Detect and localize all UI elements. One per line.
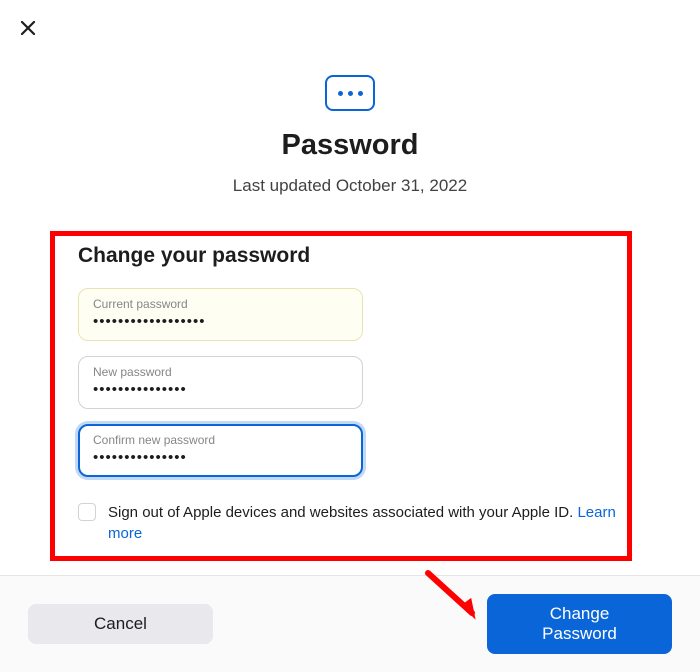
signout-text: Sign out of Apple devices and websites a… — [108, 502, 622, 544]
signout-option: Sign out of Apple devices and websites a… — [78, 492, 622, 544]
confirm-password-label: Confirm new password — [93, 433, 348, 447]
signout-checkbox[interactable] — [78, 503, 96, 521]
password-icon — [325, 75, 375, 111]
cancel-button[interactable]: Cancel — [28, 604, 213, 644]
header: Password Last updated October 31, 2022 — [0, 0, 700, 196]
change-password-form: Change your password Current password ••… — [0, 226, 700, 544]
confirm-password-field[interactable]: Confirm new password ••••••••••••••• — [78, 424, 363, 477]
footer: Cancel Change Password — [0, 575, 700, 672]
new-password-field[interactable]: New password ••••••••••••••• — [78, 356, 363, 409]
page-title: Password — [0, 129, 700, 162]
close-icon — [20, 20, 36, 36]
current-password-value: •••••••••••••••••• — [93, 313, 348, 330]
change-password-button[interactable]: Change Password — [487, 594, 672, 654]
last-updated-text: Last updated October 31, 2022 — [0, 176, 700, 196]
close-button[interactable] — [18, 18, 38, 38]
form-title: Change your password — [78, 244, 622, 268]
new-password-label: New password — [93, 365, 348, 379]
current-password-label: Current password — [93, 297, 348, 311]
new-password-value: ••••••••••••••• — [93, 381, 348, 398]
current-password-field[interactable]: Current password •••••••••••••••••• — [78, 288, 363, 341]
confirm-password-value: ••••••••••••••• — [93, 449, 348, 466]
